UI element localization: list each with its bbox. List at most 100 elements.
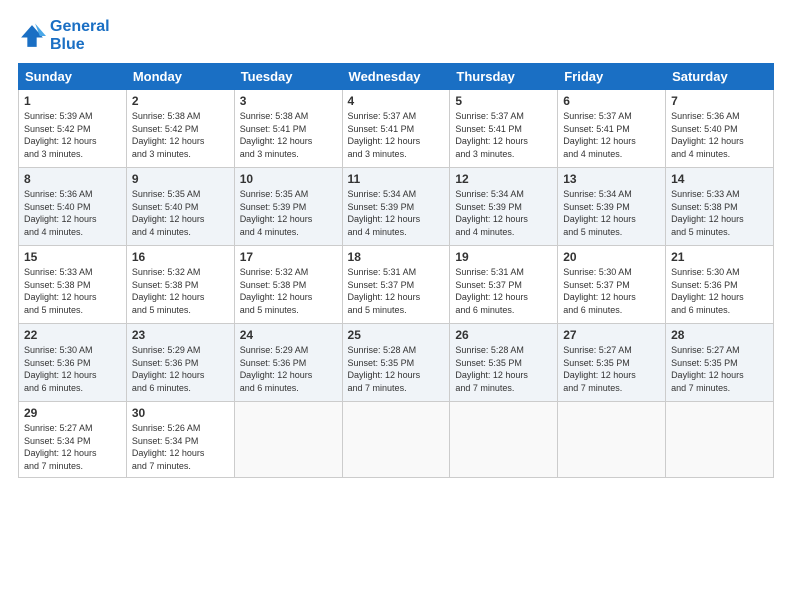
calendar-cell bbox=[342, 402, 450, 477]
header-cell-saturday: Saturday bbox=[666, 64, 774, 90]
day-info: Sunrise: 5:27 AM Sunset: 5:35 PM Dayligh… bbox=[563, 344, 660, 394]
calendar-cell: 26Sunrise: 5:28 AM Sunset: 5:35 PM Dayli… bbox=[450, 324, 558, 402]
calendar-cell: 28Sunrise: 5:27 AM Sunset: 5:35 PM Dayli… bbox=[666, 324, 774, 402]
calendar-cell: 2Sunrise: 5:38 AM Sunset: 5:42 PM Daylig… bbox=[126, 90, 234, 168]
day-number: 3 bbox=[240, 94, 337, 108]
calendar-cell: 30 Sunrise: 5:26 AM Sunset: 5:34 PM Dayli… bbox=[126, 402, 234, 477]
day-number: 10 bbox=[240, 172, 337, 186]
day-info: Sunrise: 5:29 AM Sunset: 5:36 PM Dayligh… bbox=[240, 344, 337, 394]
calendar-cell: 16Sunrise: 5:32 AM Sunset: 5:38 PM Dayli… bbox=[126, 246, 234, 324]
day-info: Sunrise: 5:34 AM Sunset: 5:39 PM Dayligh… bbox=[455, 188, 552, 238]
day-info: Sunrise: 5:37 AM Sunset: 5:41 PM Dayligh… bbox=[563, 110, 660, 160]
day-number: 15 bbox=[24, 250, 121, 264]
header: General Blue bbox=[18, 18, 774, 53]
calendar-page: General Blue SundayMondayTuesdayWednesda… bbox=[0, 0, 792, 612]
calendar-week-1: 1 Sunrise: 5:39 AM Sunset: 5:42 PM Daylig… bbox=[19, 90, 774, 168]
day-info: Sunrise: 5:38 AM Sunset: 5:42 PM Dayligh… bbox=[132, 110, 229, 160]
calendar-cell: 10 Sunrise: 5:35 AM Sunset: 5:39 PM Dayli… bbox=[234, 168, 342, 246]
calendar-cell: 29 Sunrise: 5:27 AM Sunset: 5:34 PM Dayli… bbox=[19, 402, 127, 477]
header-cell-wednesday: Wednesday bbox=[342, 64, 450, 90]
calendar-cell: 8 Sunrise: 5:36 AM Sunset: 5:40 PM Daylig… bbox=[19, 168, 127, 246]
calendar-cell: 9 Sunrise: 5:35 AM Sunset: 5:40 PM Daylig… bbox=[126, 168, 234, 246]
day-number: 24 bbox=[240, 328, 337, 342]
day-number: 4 bbox=[348, 94, 445, 108]
day-info: Sunrise: 5:39 AM Sunset: 5:42 PM Dayligh… bbox=[24, 110, 121, 160]
logo-text: General Blue bbox=[50, 18, 110, 53]
calendar-cell bbox=[450, 402, 558, 477]
calendar-cell: 11 Sunrise: 5:34 AM Sunset: 5:39 PM Dayli… bbox=[342, 168, 450, 246]
day-number: 25 bbox=[348, 328, 445, 342]
day-number: 28 bbox=[671, 328, 768, 342]
logo: General Blue bbox=[18, 18, 110, 53]
day-number: 11 bbox=[348, 172, 445, 186]
calendar-cell: 14 Sunrise: 5:33 AM Sunset: 5:38 PM Dayli… bbox=[666, 168, 774, 246]
header-cell-sunday: Sunday bbox=[19, 64, 127, 90]
calendar-cell bbox=[558, 402, 666, 477]
day-number: 1 bbox=[24, 94, 121, 108]
calendar-table: SundayMondayTuesdayWednesdayThursdayFrid… bbox=[18, 63, 774, 477]
day-info: Sunrise: 5:37 AM Sunset: 5:41 PM Dayligh… bbox=[455, 110, 552, 160]
day-info: Sunrise: 5:33 AM Sunset: 5:38 PM Dayligh… bbox=[24, 266, 121, 316]
calendar-cell bbox=[234, 402, 342, 477]
calendar-week-4: 22 Sunrise: 5:30 AM Sunset: 5:36 PM Dayli… bbox=[19, 324, 774, 402]
header-cell-tuesday: Tuesday bbox=[234, 64, 342, 90]
calendar-cell: 20 Sunrise: 5:30 AM Sunset: 5:37 PM Dayli… bbox=[558, 246, 666, 324]
day-number: 26 bbox=[455, 328, 552, 342]
calendar-cell: 15 Sunrise: 5:33 AM Sunset: 5:38 PM Dayli… bbox=[19, 246, 127, 324]
day-number: 23 bbox=[132, 328, 229, 342]
day-info: Sunrise: 5:36 AM Sunset: 5:40 PM Dayligh… bbox=[24, 188, 121, 238]
calendar-week-3: 15 Sunrise: 5:33 AM Sunset: 5:38 PM Dayli… bbox=[19, 246, 774, 324]
calendar-cell: 24 Sunrise: 5:29 AM Sunset: 5:36 PM Dayli… bbox=[234, 324, 342, 402]
day-info: Sunrise: 5:32 AM Sunset: 5:38 PM Dayligh… bbox=[240, 266, 337, 316]
calendar-cell: 5 Sunrise: 5:37 AM Sunset: 5:41 PM Daylig… bbox=[450, 90, 558, 168]
day-info: Sunrise: 5:35 AM Sunset: 5:40 PM Dayligh… bbox=[132, 188, 229, 238]
day-info: Sunrise: 5:34 AM Sunset: 5:39 PM Dayligh… bbox=[563, 188, 660, 238]
day-number: 29 bbox=[24, 406, 121, 420]
calendar-cell: 6 Sunrise: 5:37 AM Sunset: 5:41 PM Daylig… bbox=[558, 90, 666, 168]
day-number: 7 bbox=[671, 94, 768, 108]
day-info: Sunrise: 5:35 AM Sunset: 5:39 PM Dayligh… bbox=[240, 188, 337, 238]
calendar-cell: 22 Sunrise: 5:30 AM Sunset: 5:36 PM Dayli… bbox=[19, 324, 127, 402]
calendar-cell bbox=[666, 402, 774, 477]
day-number: 22 bbox=[24, 328, 121, 342]
calendar-cell: 12 Sunrise: 5:34 AM Sunset: 5:39 PM Dayli… bbox=[450, 168, 558, 246]
day-info: Sunrise: 5:31 AM Sunset: 5:37 PM Dayligh… bbox=[348, 266, 445, 316]
calendar-cell: 18Sunrise: 5:31 AM Sunset: 5:37 PM Dayli… bbox=[342, 246, 450, 324]
day-info: Sunrise: 5:30 AM Sunset: 5:36 PM Dayligh… bbox=[24, 344, 121, 394]
calendar-cell: 21Sunrise: 5:30 AM Sunset: 5:36 PM Dayli… bbox=[666, 246, 774, 324]
day-info: Sunrise: 5:32 AM Sunset: 5:38 PM Dayligh… bbox=[132, 266, 229, 316]
calendar-cell: 25Sunrise: 5:28 AM Sunset: 5:35 PM Dayli… bbox=[342, 324, 450, 402]
day-info: Sunrise: 5:33 AM Sunset: 5:38 PM Dayligh… bbox=[671, 188, 768, 238]
day-info: Sunrise: 5:34 AM Sunset: 5:39 PM Dayligh… bbox=[348, 188, 445, 238]
day-number: 6 bbox=[563, 94, 660, 108]
day-number: 12 bbox=[455, 172, 552, 186]
header-cell-thursday: Thursday bbox=[450, 64, 558, 90]
day-number: 20 bbox=[563, 250, 660, 264]
day-info: Sunrise: 5:38 AM Sunset: 5:41 PM Dayligh… bbox=[240, 110, 337, 160]
day-number: 17 bbox=[240, 250, 337, 264]
day-info: Sunrise: 5:27 AM Sunset: 5:34 PM Dayligh… bbox=[24, 422, 121, 472]
day-number: 5 bbox=[455, 94, 552, 108]
header-cell-monday: Monday bbox=[126, 64, 234, 90]
calendar-cell: 3 Sunrise: 5:38 AM Sunset: 5:41 PM Daylig… bbox=[234, 90, 342, 168]
day-info: Sunrise: 5:36 AM Sunset: 5:40 PM Dayligh… bbox=[671, 110, 768, 160]
calendar-week-5: 29 Sunrise: 5:27 AM Sunset: 5:34 PM Dayli… bbox=[19, 402, 774, 477]
day-number: 30 bbox=[132, 406, 229, 420]
day-info: Sunrise: 5:30 AM Sunset: 5:37 PM Dayligh… bbox=[563, 266, 660, 316]
day-info: Sunrise: 5:26 AM Sunset: 5:34 PM Dayligh… bbox=[132, 422, 229, 472]
day-number: 9 bbox=[132, 172, 229, 186]
calendar-cell: 17 Sunrise: 5:32 AM Sunset: 5:38 PM Dayli… bbox=[234, 246, 342, 324]
calendar-cell: 19Sunrise: 5:31 AM Sunset: 5:37 PM Dayli… bbox=[450, 246, 558, 324]
header-cell-friday: Friday bbox=[558, 64, 666, 90]
calendar-cell: 23Sunrise: 5:29 AM Sunset: 5:36 PM Dayli… bbox=[126, 324, 234, 402]
day-info: Sunrise: 5:31 AM Sunset: 5:37 PM Dayligh… bbox=[455, 266, 552, 316]
day-number: 8 bbox=[24, 172, 121, 186]
day-number: 13 bbox=[563, 172, 660, 186]
day-info: Sunrise: 5:37 AM Sunset: 5:41 PM Dayligh… bbox=[348, 110, 445, 160]
day-number: 27 bbox=[563, 328, 660, 342]
calendar-cell: 27 Sunrise: 5:27 AM Sunset: 5:35 PM Dayli… bbox=[558, 324, 666, 402]
day-number: 21 bbox=[671, 250, 768, 264]
day-number: 14 bbox=[671, 172, 768, 186]
calendar-cell: 1 Sunrise: 5:39 AM Sunset: 5:42 PM Daylig… bbox=[19, 90, 127, 168]
calendar-cell: 7 Sunrise: 5:36 AM Sunset: 5:40 PM Daylig… bbox=[666, 90, 774, 168]
